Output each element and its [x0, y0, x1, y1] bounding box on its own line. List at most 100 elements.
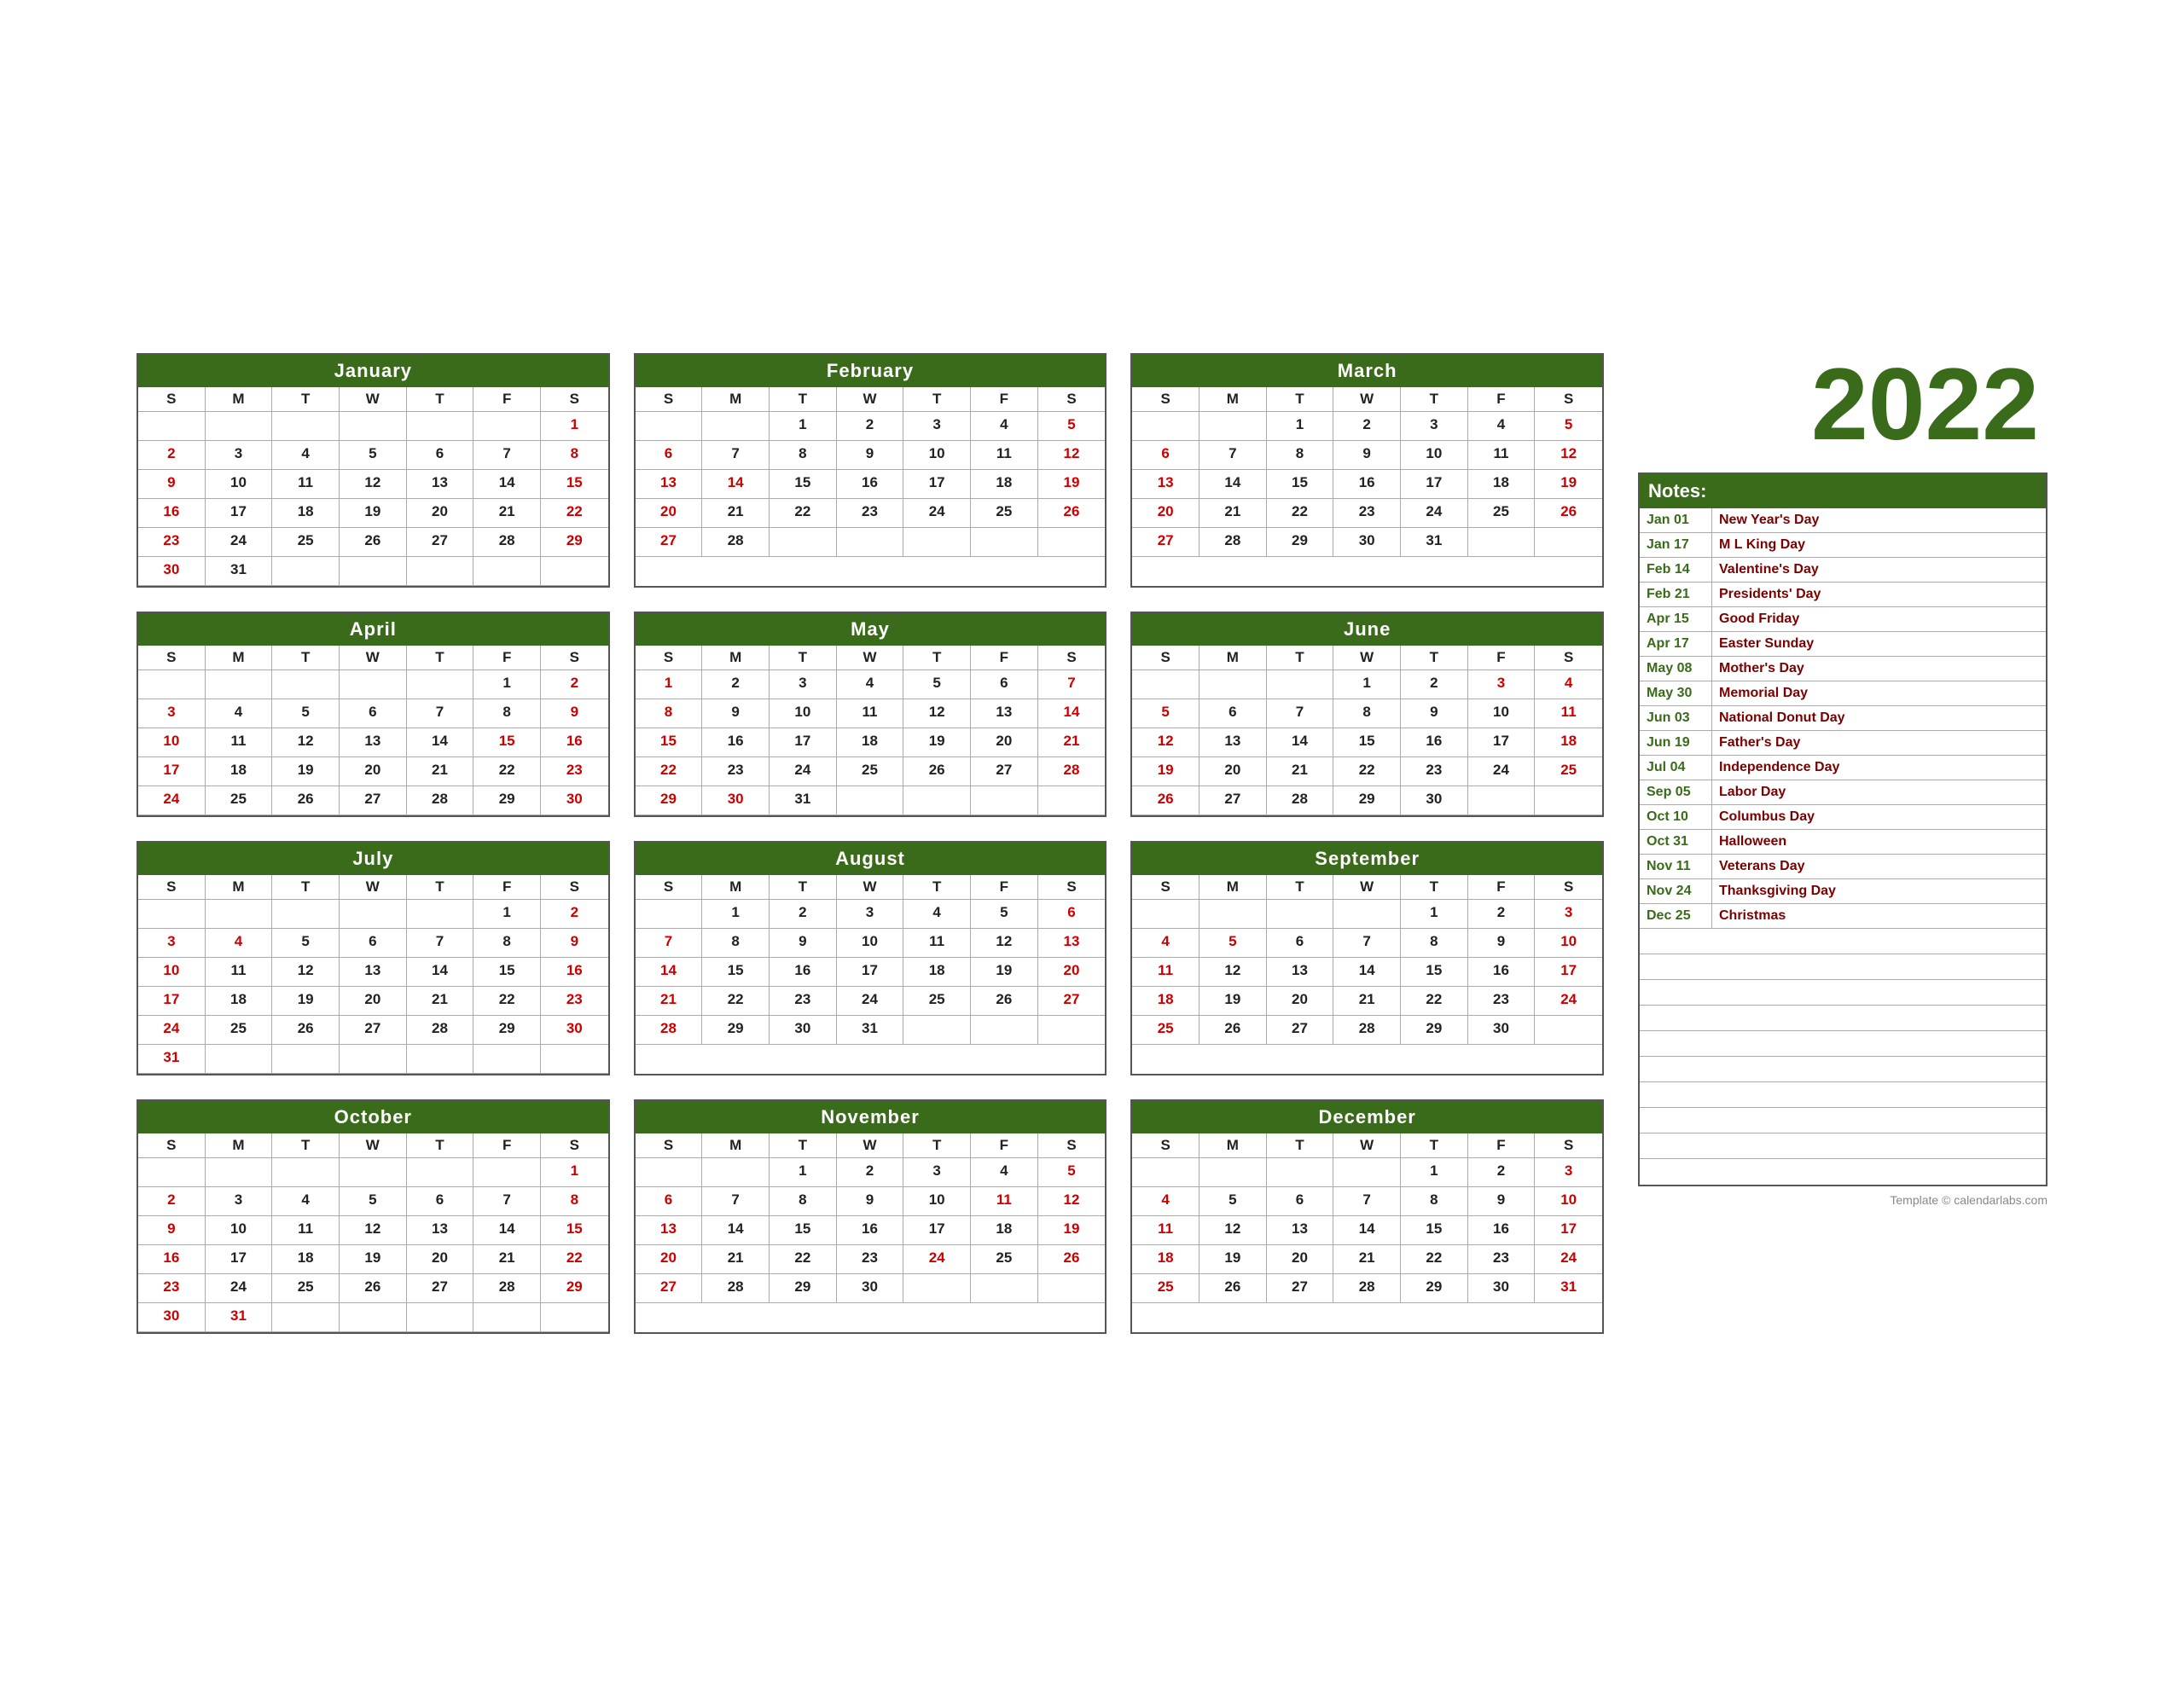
cal-cell: 11: [272, 1216, 340, 1245]
notes-row: May 08Mother's Day: [1640, 657, 2046, 681]
cal-cell: 13: [636, 1216, 703, 1245]
month-november: NovemberSMTWTFS1234567891011121314151617…: [634, 1099, 1107, 1334]
cal-cell-empty: [407, 557, 474, 586]
cal-cell: 29: [636, 786, 703, 815]
cal-cell: 9: [770, 929, 837, 958]
cal-cell: 9: [1333, 441, 1401, 470]
cal-cell: 25: [206, 786, 273, 815]
cal-cell: 8: [1401, 929, 1468, 958]
cal-cell: 28: [1333, 1274, 1401, 1303]
day-header: F: [971, 875, 1038, 900]
notes-row: Jan 01New Year's Day: [1640, 508, 2046, 533]
cal-cell: 2: [138, 1187, 206, 1216]
cal-cell: 4: [272, 441, 340, 470]
cal-cell: 3: [903, 412, 971, 441]
cal-cell: 31: [770, 786, 837, 815]
cal-cell: 30: [1401, 786, 1468, 815]
month-july: JulySMTWTFS12345678910111213141516171819…: [136, 841, 610, 1075]
cal-body: 1234567891011121314151617181920212223242…: [1132, 1158, 1602, 1303]
month-header: December: [1132, 1101, 1602, 1133]
notes-empty-row: [1640, 980, 2046, 1006]
cal-cell: 18: [971, 470, 1038, 499]
cal-cell: 10: [138, 958, 206, 987]
cal-cell: 22: [473, 987, 541, 1016]
cal-cell-empty: [272, 557, 340, 586]
cal-cell: 13: [1038, 929, 1106, 958]
cal-cell-empty: [473, 1303, 541, 1332]
day-header: M: [206, 646, 273, 670]
day-header: M: [206, 1133, 273, 1158]
cal-cell: 28: [473, 1274, 541, 1303]
cal-cell: 29: [1333, 786, 1401, 815]
cal-cell: 9: [138, 1216, 206, 1245]
cal-cell: 5: [971, 900, 1038, 929]
day-header: T: [903, 875, 971, 900]
cal-cell: 5: [272, 699, 340, 728]
cal-cell: 15: [1401, 1216, 1468, 1245]
cal-cell: 14: [1333, 1216, 1401, 1245]
cal-cell: 23: [837, 1245, 904, 1274]
cal-cell: 17: [138, 987, 206, 1016]
cal-cell: 30: [138, 557, 206, 586]
cal-cell: 12: [1132, 728, 1199, 757]
notes-event: Thanksgiving Day: [1712, 879, 2046, 903]
day-header: S: [138, 646, 206, 670]
cal-cell: 2: [1401, 670, 1468, 699]
day-headers: SMTWTFS: [138, 875, 608, 900]
cal-cell-empty: [1468, 528, 1536, 557]
day-headers: SMTWTFS: [138, 1133, 608, 1158]
cal-cell-empty: [702, 412, 770, 441]
cal-cell: 21: [1333, 1245, 1401, 1274]
cal-cell: 5: [340, 1187, 407, 1216]
cal-cell: 24: [1401, 499, 1468, 528]
cal-cell: 23: [770, 987, 837, 1016]
day-headers: SMTWTFS: [1132, 387, 1602, 412]
notes-event: Valentine's Day: [1712, 558, 2046, 582]
day-header: S: [636, 875, 703, 900]
cal-cell: 8: [770, 1187, 837, 1216]
cal-cell: 25: [971, 499, 1038, 528]
cal-cell-empty: [272, 670, 340, 699]
cal-cell: 6: [636, 441, 703, 470]
cal-cell-empty: [1132, 670, 1199, 699]
cal-cell: 23: [702, 757, 770, 786]
cal-cell: 26: [272, 786, 340, 815]
cal-body: 1234567891011121314151617181920212223242…: [1132, 670, 1602, 815]
cal-cell-empty: [1535, 1016, 1602, 1045]
cal-cell: 17: [837, 958, 904, 987]
cal-cell: 3: [206, 441, 273, 470]
day-header: S: [1038, 387, 1106, 412]
cal-cell-empty: [340, 1045, 407, 1074]
cal-cell: 19: [340, 1245, 407, 1274]
cal-cell: 22: [541, 1245, 608, 1274]
notes-empty-row: [1640, 954, 2046, 980]
cal-cell-empty: [206, 1045, 273, 1074]
cal-cell: 14: [407, 958, 474, 987]
cal-cell-empty: [541, 1045, 608, 1074]
cal-cell: 22: [1333, 757, 1401, 786]
notes-date: Apr 17: [1640, 632, 1712, 656]
day-header: T: [407, 387, 474, 412]
cal-cell: 20: [971, 728, 1038, 757]
day-header: M: [206, 387, 273, 412]
cal-cell: 1: [770, 1158, 837, 1187]
notes-date: Nov 11: [1640, 855, 1712, 878]
notes-event: Christmas: [1712, 904, 2046, 928]
day-header: S: [541, 646, 608, 670]
day-headers: SMTWTFS: [138, 646, 608, 670]
cal-cell: 1: [473, 670, 541, 699]
cal-cell-empty: [340, 900, 407, 929]
notes-date: Jul 04: [1640, 756, 1712, 780]
cal-body: 1234567891011121314151617181920212223242…: [1132, 412, 1602, 557]
month-header: February: [636, 355, 1106, 387]
cal-cell: 13: [340, 728, 407, 757]
cal-body: 1234567891011121314151617181920212223242…: [636, 1158, 1106, 1303]
notes-date: Oct 10: [1640, 805, 1712, 829]
day-header: S: [636, 646, 703, 670]
cal-cell-empty: [903, 528, 971, 557]
notes-row: Apr 17Easter Sunday: [1640, 632, 2046, 657]
cal-cell: 21: [1038, 728, 1106, 757]
notes-empty-row: [1640, 1133, 2046, 1159]
cal-cell: 21: [473, 499, 541, 528]
cal-cell-empty: [272, 412, 340, 441]
